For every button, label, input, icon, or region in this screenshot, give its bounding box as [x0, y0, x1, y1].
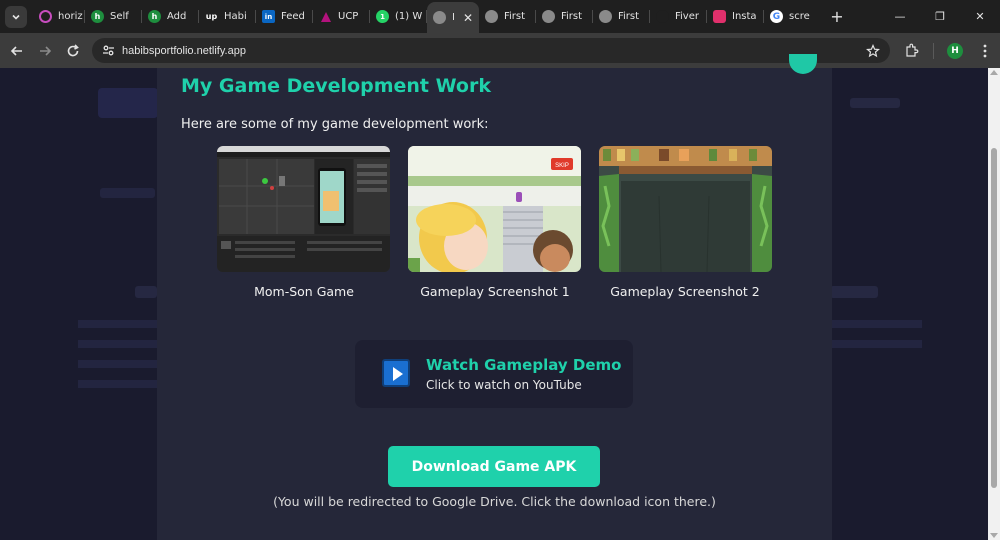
tab-ucp[interactable]: UCP: [313, 0, 370, 33]
arrow-left-icon: [10, 45, 22, 56]
h-logo-icon: h: [148, 10, 161, 23]
tab-instagram[interactable]: Insta: [707, 0, 764, 33]
h-logo-icon: h: [91, 10, 104, 23]
minimize-icon[interactable]: —: [880, 0, 920, 33]
tab-first-1[interactable]: First: [479, 0, 536, 33]
tab-active[interactable]: I ✕: [427, 2, 479, 33]
tab-label: First: [561, 11, 583, 22]
tab-label: First: [504, 11, 526, 22]
background-paragraph: [78, 320, 157, 390]
tab-horiz[interactable]: horiz: [33, 0, 85, 33]
tab-label: scre: [789, 11, 810, 22]
profile-button[interactable]: H: [940, 36, 970, 66]
background-nav-item: [850, 98, 900, 108]
tab-label: UCP: [338, 11, 359, 22]
ring-icon: [39, 10, 52, 23]
whatsapp-icon: 1: [376, 10, 389, 23]
tab-habi[interactable]: up Habi: [199, 0, 256, 33]
game-dev-modal: My Game Development Work Here are some o…: [157, 54, 832, 540]
toolbar-divider: [926, 36, 940, 66]
tab-add[interactable]: h Add: [142, 0, 199, 33]
modal-title: My Game Development Work: [181, 75, 491, 97]
background-heading: [135, 286, 157, 298]
caption-mom-son-game: Mom-Son Game: [254, 284, 354, 299]
download-apk-button[interactable]: Download Game APK: [388, 446, 600, 487]
arrow-right-icon: [40, 45, 52, 56]
globe-icon: [599, 10, 612, 23]
window-controls: — ❐ ✕: [880, 0, 1000, 33]
reload-button[interactable]: [59, 37, 87, 65]
globe-icon: [485, 10, 498, 23]
background-paragraph: [832, 320, 922, 360]
tab-google[interactable]: G scre: [764, 0, 819, 33]
tab-search-button[interactable]: [5, 5, 27, 28]
instagram-icon: [713, 10, 726, 23]
tab-self[interactable]: h Self: [85, 0, 142, 33]
tab-feed[interactable]: in Feed: [256, 0, 313, 33]
more-vertical-icon: [983, 44, 987, 57]
address-bar[interactable]: habibsportfolio.netlify.app: [92, 38, 890, 63]
caption-gameplay-1: Gameplay Screenshot 1: [420, 284, 570, 299]
ucp-icon: [319, 10, 332, 23]
tab-label: Fiver: [675, 11, 699, 22]
tab-strip: horiz h Self h Add up Habi in Feed UCP 1…: [0, 0, 1000, 33]
tab-label: First: [618, 11, 640, 22]
page-scrollbar[interactable]: [988, 68, 1000, 540]
skip-badge: SKIP: [555, 163, 569, 169]
close-tab-icon[interactable]: ✕: [463, 11, 473, 25]
browser-menu-button[interactable]: [970, 36, 1000, 66]
bookmark-star-icon[interactable]: [865, 43, 881, 62]
google-icon: G: [770, 10, 783, 23]
tab-label: Feed: [281, 11, 305, 22]
tab-first-2[interactable]: First: [536, 0, 593, 33]
watch-subtitle: Click to watch on YouTube: [426, 378, 582, 392]
play-icon: [382, 359, 410, 387]
tab-label: Habi: [224, 11, 247, 22]
extensions-icon[interactable]: [896, 36, 926, 66]
tab-first-3[interactable]: First: [593, 0, 650, 33]
tab-whatsapp[interactable]: 1 (1) W: [370, 0, 427, 33]
reload-icon: [67, 43, 79, 56]
screenshot-mom-son-game[interactable]: [217, 146, 390, 272]
globe-icon: [433, 11, 446, 24]
globe-icon: [542, 10, 555, 23]
toolbar-right: H: [896, 33, 1000, 68]
scroll-up-icon[interactable]: [990, 70, 998, 75]
tab-label: horiz: [58, 11, 83, 22]
screenshot-gameplay-1[interactable]: SKIP: [408, 146, 581, 272]
new-tab-button[interactable]: +: [827, 7, 847, 26]
restore-icon[interactable]: ❐: [920, 0, 960, 33]
scrollbar-thumb[interactable]: [991, 148, 997, 488]
avatar: H: [947, 42, 963, 59]
back-button[interactable]: [3, 37, 31, 65]
modal-intro: Here are some of my game development wor…: [181, 117, 489, 132]
tab-label: I: [452, 12, 455, 23]
upwork-icon: up: [205, 12, 218, 21]
background-heading: [830, 286, 878, 298]
caption-gameplay-2: Gameplay Screenshot 2: [610, 284, 760, 299]
url-text: habibsportfolio.netlify.app: [122, 44, 246, 57]
tab-label: Insta: [732, 11, 757, 22]
download-note: (You will be redirected to Google Drive.…: [273, 494, 716, 509]
watch-gameplay-card[interactable]: Watch Gameplay Demo Click to watch on Yo…: [355, 340, 633, 408]
site-info-icon[interactable]: [96, 39, 120, 63]
tab-label: Add: [167, 11, 187, 22]
linkedin-icon: in: [262, 10, 275, 23]
watch-title: Watch Gameplay Demo: [426, 356, 622, 374]
background-text: [100, 188, 155, 198]
chevron-down-icon: [12, 14, 20, 20]
tab-fiverr[interactable]: Fiver: [650, 0, 707, 33]
forward-button[interactable]: [31, 37, 59, 65]
tab-label: (1) W: [395, 11, 423, 22]
fiverr-icon: [656, 10, 669, 23]
background-logo: [98, 88, 158, 118]
screenshot-gameplay-2[interactable]: [599, 146, 772, 272]
scroll-down-icon[interactable]: [990, 533, 998, 538]
tab-label: Self: [110, 11, 129, 22]
modal-close-button[interactable]: [789, 54, 817, 74]
close-window-icon[interactable]: ✕: [960, 0, 1000, 33]
